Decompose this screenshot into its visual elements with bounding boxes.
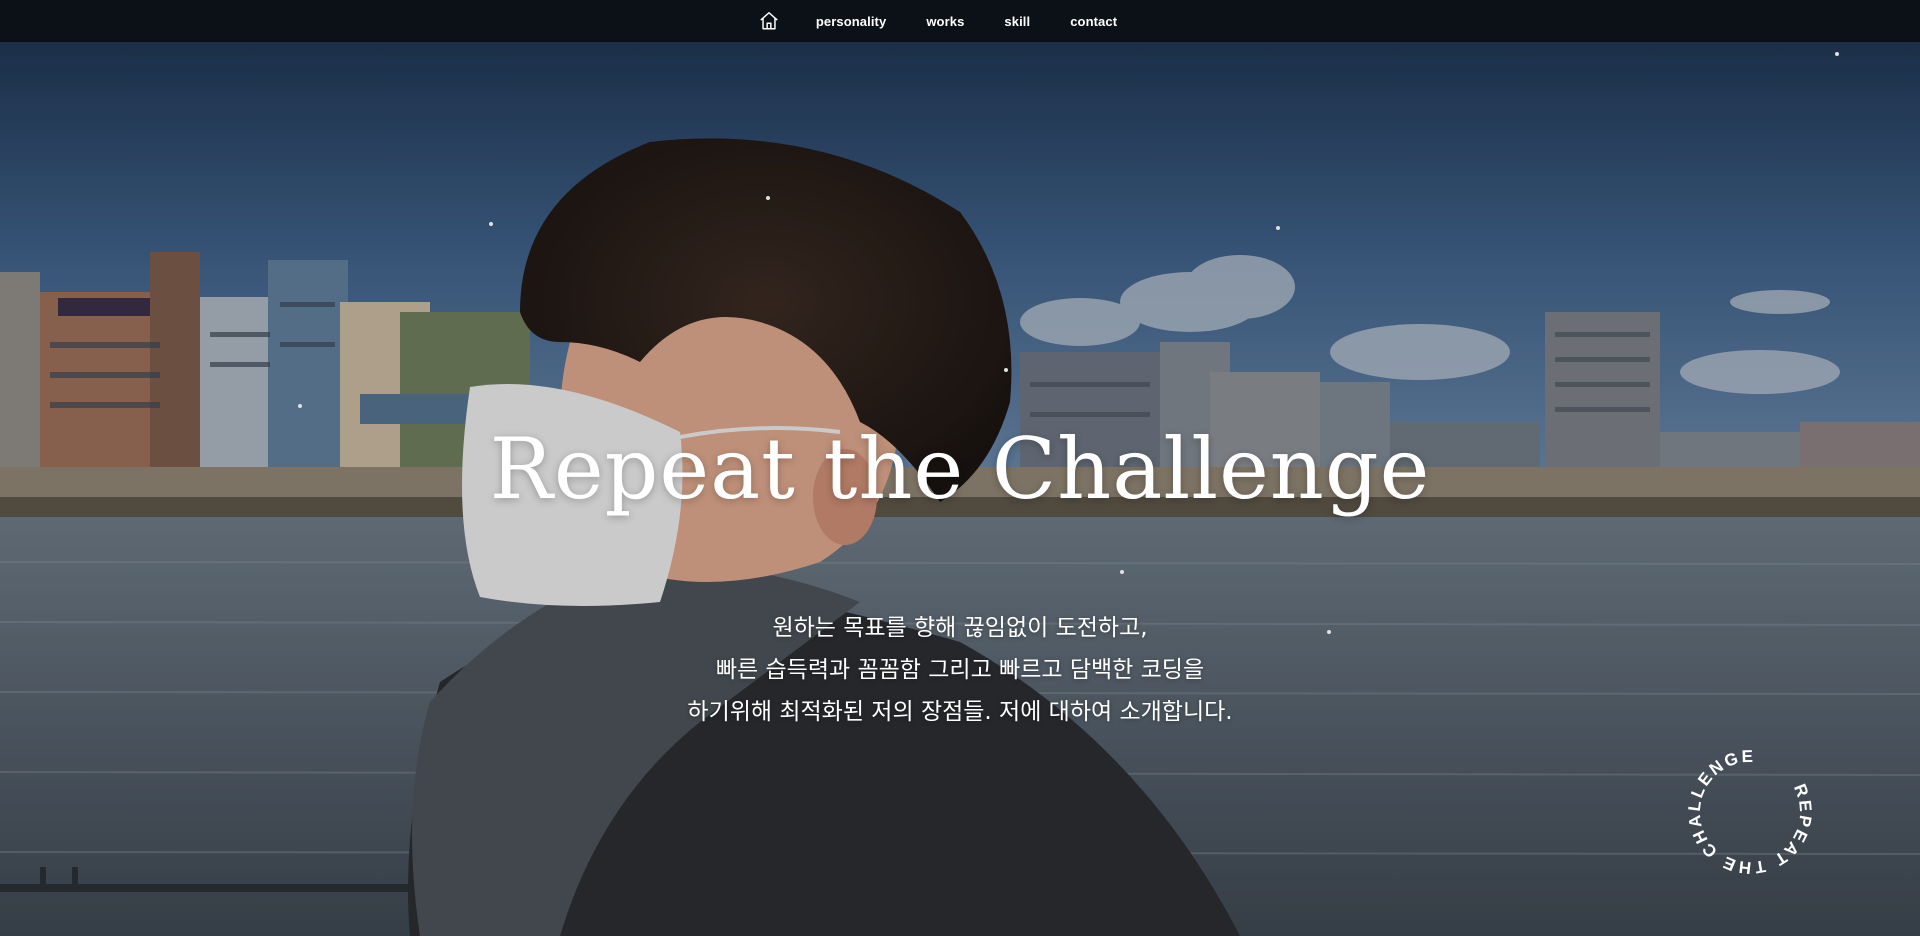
- home-icon[interactable]: [757, 9, 781, 33]
- svg-text:REPEAT THE CHALLENGE: REPEAT THE CHALLENGE: [1680, 742, 1820, 882]
- hero-description-line: 하기위해 최적화된 저의 장점들. 저에 대하여 소개합니다.: [687, 699, 1233, 725]
- nav-link-contact[interactable]: contact: [1070, 14, 1117, 29]
- top-nav: personality works skill contact: [0, 0, 1920, 42]
- hero-description-line: 빠른 습득력과 꼼꼼함 그리고 빠르고 담백한 코딩을: [715, 657, 1205, 683]
- hero-section: Repeat the Challenge 원하는 목표를 향해 끊임없이 도전하…: [0, 42, 1920, 936]
- hero-description-line: 원하는 목표를 향해 끊임없이 도전하고,: [772, 615, 1148, 641]
- hero-description: 원하는 목표를 향해 끊임없이 도전하고, 빠른 습득력과 꼼꼼함 그리고 빠르…: [0, 607, 1920, 733]
- badge-text: REPEAT THE CHALLENGE: [1680, 742, 1820, 882]
- nav-menu: personality works skill contact: [757, 9, 1117, 33]
- nav-link-personality[interactable]: personality: [816, 14, 886, 29]
- page: personality works skill contact Repeat t…: [0, 0, 1920, 936]
- hero-title: Repeat the Challenge: [489, 420, 1431, 518]
- rotating-text-badge: REPEAT THE CHALLENGE: [1680, 742, 1820, 882]
- nav-link-works[interactable]: works: [926, 14, 964, 29]
- nav-link-skill[interactable]: skill: [1004, 14, 1030, 29]
